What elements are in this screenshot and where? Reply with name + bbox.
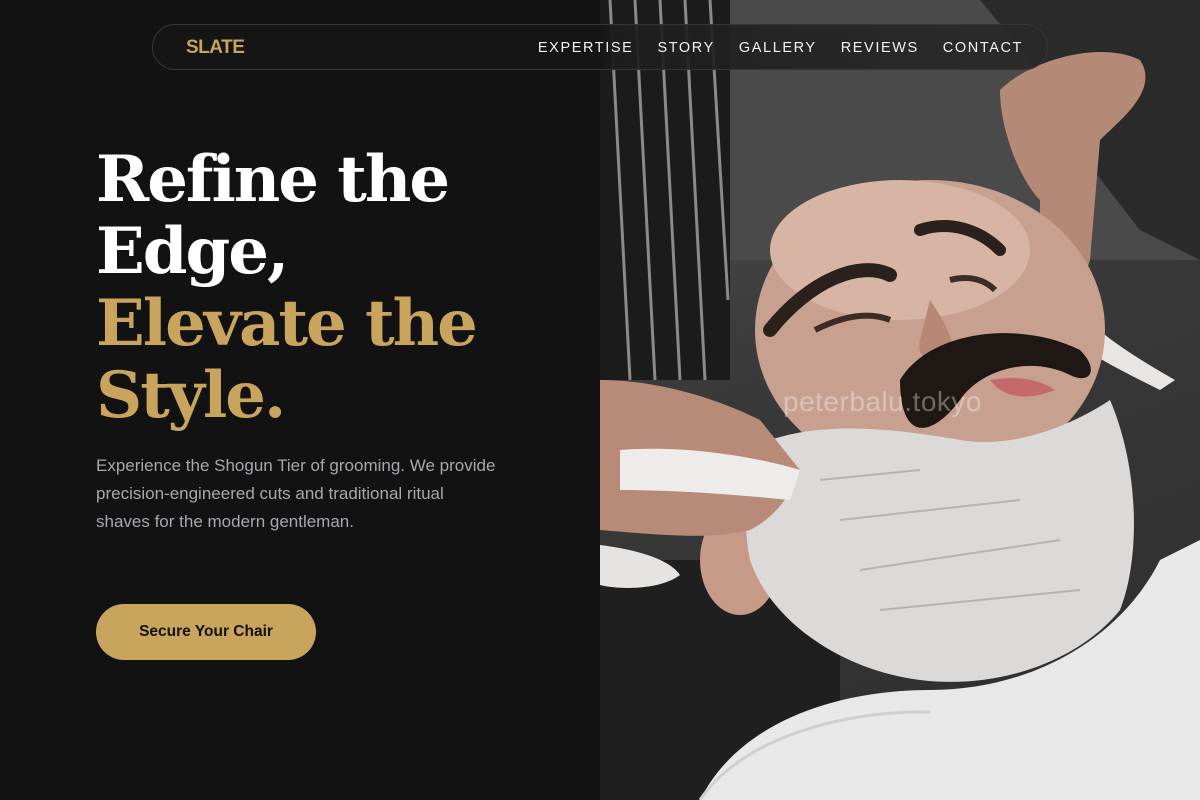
secure-chair-button[interactable]: Secure Your Chair [96, 604, 316, 660]
hero-heading-line-2: Edge, [96, 214, 289, 289]
photo-watermark: peterbalu.tokyo [783, 386, 982, 417]
nav-link-reviews[interactable]: REVIEWS [841, 40, 919, 56]
hero-heading: Refine the Edge, Elevate the Style. [96, 142, 478, 433]
nav-link-expertise[interactable]: EXPERTISE [538, 40, 634, 56]
hero-photo-barber-shave: peterbalu.tokyo [600, 0, 1200, 800]
hero-heading-line-1: Refine the [96, 142, 450, 217]
nav-link-gallery[interactable]: GALLERY [739, 40, 817, 56]
top-navbar: SLATE EXPERTISE STORY GALLERY REVIEWS CO… [152, 24, 1048, 70]
nav-link-story[interactable]: STORY [657, 40, 714, 56]
hero-description: Experience the Shogun Tier of grooming. … [96, 456, 496, 531]
nav-links: EXPERTISE STORY GALLERY REVIEWS CONTACT [538, 25, 1023, 71]
nav-link-contact[interactable]: CONTACT [943, 40, 1023, 56]
hero-heading-highlight-line-2: Style. [96, 358, 286, 433]
hero-heading-highlight-line-1: Elevate the [96, 286, 478, 361]
brand-logo[interactable]: SLATE [186, 37, 245, 59]
